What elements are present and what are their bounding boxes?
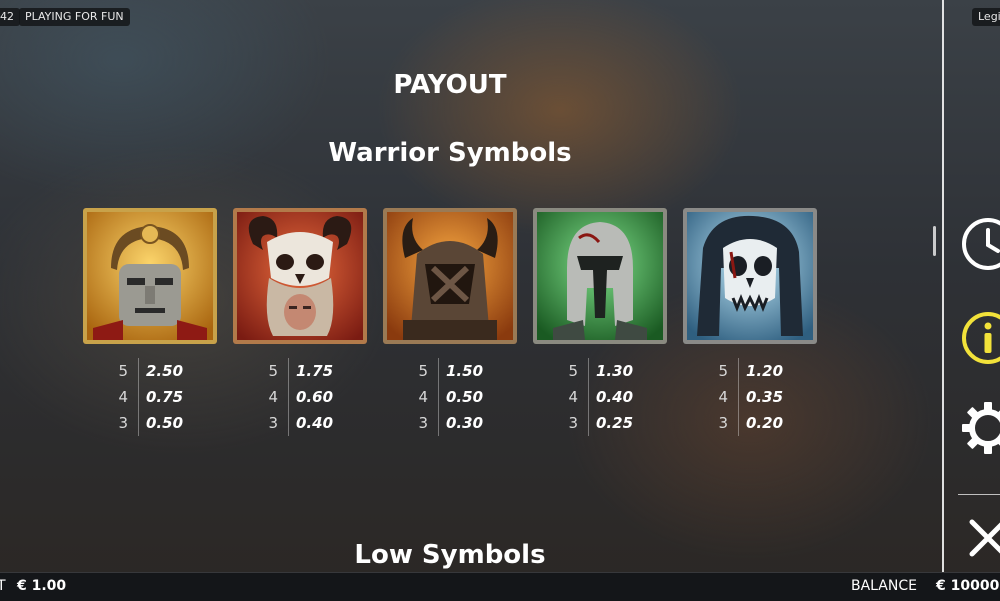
- payout-table-skull-mask-warrior: 5 1.20 4 0.35 3 0.20: [680, 358, 800, 436]
- payout-value: 0.40: [596, 388, 634, 406]
- symbol-count: 4: [118, 388, 128, 406]
- payout-divider: [738, 358, 739, 384]
- payout-value: 0.50: [146, 414, 184, 432]
- section-title-low-symbols: Low Symbols: [354, 540, 546, 570]
- gear-icon: [962, 402, 1000, 454]
- scrollbar-thumb[interactable]: [933, 226, 936, 256]
- symbol-count: 4: [718, 388, 728, 406]
- payout-row: 3 0.40: [230, 410, 350, 436]
- payout-table-horned-hooded-warrior: 5 1.50 4 0.50 3 0.30: [380, 358, 500, 436]
- payout-value: 0.60: [296, 388, 334, 406]
- payout-value: 1.30: [596, 362, 634, 380]
- section-title-warrior-symbols: Warrior Symbols: [328, 138, 572, 168]
- payout-divider: [738, 410, 739, 436]
- golden-roman-helmet-icon: [83, 208, 217, 344]
- payout-value: 0.20: [746, 414, 784, 432]
- symbol-count: 4: [268, 388, 278, 406]
- payout-row: 5 1.20: [680, 358, 800, 384]
- info-icon: [962, 312, 1000, 364]
- payout-row: 4 0.35: [680, 384, 800, 410]
- symbol-count: 5: [568, 362, 578, 380]
- bet-value[interactable]: € 1.00: [17, 578, 66, 594]
- payout-row: 3 0.50: [80, 410, 200, 436]
- payout-divider: [438, 410, 439, 436]
- payout-value: 0.40: [296, 414, 334, 432]
- payout-row: 5 1.75: [230, 358, 350, 384]
- payout-table-golden-roman-helmet: 5 2.50 4 0.75 3 0.50: [80, 358, 200, 436]
- symbol-count: 4: [568, 388, 578, 406]
- payout-divider: [588, 384, 589, 410]
- payout-value: 0.30: [446, 414, 484, 432]
- payout-row: 5 1.50: [380, 358, 500, 384]
- symbol-count: 3: [118, 414, 128, 432]
- payout-row: 4 0.75: [80, 384, 200, 410]
- info-button[interactable]: [958, 308, 1000, 368]
- payout-divider: [138, 358, 139, 384]
- payout-value: 1.50: [446, 362, 484, 380]
- payout-value: 0.35: [746, 388, 784, 406]
- payout-row: 3 0.20: [680, 410, 800, 436]
- symbol-count: 5: [118, 362, 128, 380]
- payout-table-ram-skull-warrior: 5 1.75 4 0.60 3 0.40: [230, 358, 350, 436]
- payout-divider: [288, 410, 289, 436]
- payout-divider: [288, 384, 289, 410]
- payout-divider: [438, 358, 439, 384]
- balance-label: BALANCE: [851, 578, 917, 594]
- payout-row: 3 0.30: [380, 410, 500, 436]
- bet-label: T: [0, 578, 6, 594]
- status-bar: T € 1.00 BALANCE € 10000: [0, 572, 1000, 601]
- close-button[interactable]: [958, 508, 1000, 568]
- horned-hooded-warrior-icon: [383, 208, 517, 344]
- page-title: PAYOUT: [393, 70, 507, 100]
- payout-value: 0.50: [446, 388, 484, 406]
- payout-row: 4 0.40: [530, 384, 650, 410]
- payout-divider: [288, 358, 289, 384]
- ram-skull-warrior-icon: [233, 208, 367, 344]
- spartan-helmet-icon: [533, 208, 667, 344]
- payout-divider: [738, 384, 739, 410]
- payout-value: 0.75: [146, 388, 184, 406]
- payout-divider: [138, 384, 139, 410]
- payout-row: 3 0.25: [530, 410, 650, 436]
- side-menu-panel: [942, 0, 1000, 572]
- close-icon: [969, 519, 1000, 557]
- symbol-count: 3: [418, 414, 428, 432]
- history-icon: [962, 218, 1000, 270]
- symbol-count: 3: [268, 414, 278, 432]
- symbol-count: 3: [568, 414, 578, 432]
- payout-value: 1.20: [746, 362, 784, 380]
- payout-divider: [438, 384, 439, 410]
- play-mode-badge: PLAYING FOR FUN: [19, 8, 130, 26]
- payout-value: 2.50: [146, 362, 184, 380]
- payout-divider: [588, 358, 589, 384]
- symbol-count: 5: [268, 362, 278, 380]
- symbol-count: 5: [418, 362, 428, 380]
- game-id-badge: 42: [0, 8, 20, 26]
- skull-mask-warrior-icon: [683, 208, 817, 344]
- payout-divider: [588, 410, 589, 436]
- payout-row: 4 0.60: [230, 384, 350, 410]
- balance-value: € 10000: [936, 578, 1000, 594]
- symbol-count: 5: [718, 362, 728, 380]
- payout-table-spartan-helmet: 5 1.30 4 0.40 3 0.25: [530, 358, 650, 436]
- symbol-count: 4: [418, 388, 428, 406]
- payout-value: 0.25: [596, 414, 634, 432]
- settings-button[interactable]: [958, 398, 1000, 458]
- payout-row: 5 1.30: [530, 358, 650, 384]
- history-button[interactable]: [958, 214, 1000, 274]
- side-menu-divider: [958, 494, 1000, 495]
- payout-row: 5 2.50: [80, 358, 200, 384]
- symbol-count: 3: [718, 414, 728, 432]
- payout-value: 1.75: [296, 362, 334, 380]
- payout-divider: [138, 410, 139, 436]
- payout-row: 4 0.50: [380, 384, 500, 410]
